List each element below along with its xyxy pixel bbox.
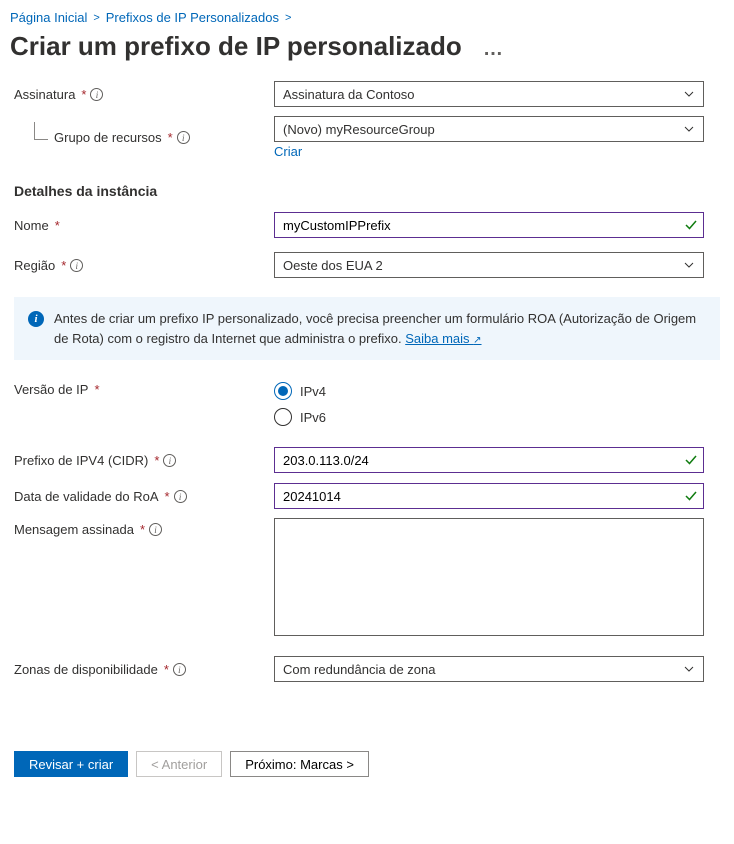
label-name-text: Nome xyxy=(14,218,49,233)
previous-button: < Anterior xyxy=(136,751,222,777)
name-input[interactable] xyxy=(274,212,704,238)
cidr-input[interactable] xyxy=(274,447,704,473)
info-icon[interactable]: i xyxy=(163,454,176,467)
check-icon xyxy=(684,218,698,232)
info-banner-text: Antes de criar um prefixo IP personaliza… xyxy=(54,309,706,348)
radio-ipv6-label: IPv6 xyxy=(300,410,326,425)
region-select[interactable]: Oeste dos EUA 2 xyxy=(274,252,704,278)
chevron-down-icon xyxy=(683,123,695,135)
roa-expiry-input[interactable] xyxy=(274,483,704,509)
subscription-select[interactable]: Assinatura da Contoso xyxy=(274,81,704,107)
radio-ipv6[interactable]: IPv6 xyxy=(274,408,704,426)
next-button[interactable]: Próximo: Marcas > xyxy=(230,751,369,777)
label-availability-zones: Zonas de disponibilidade * i xyxy=(14,662,274,677)
required-marker: * xyxy=(165,489,170,504)
required-marker: * xyxy=(81,87,86,102)
label-signed-message: Mensagem assinada * i xyxy=(14,518,274,537)
info-banner: i Antes de criar um prefixo IP personali… xyxy=(14,297,720,360)
label-ip-version-text: Versão de IP xyxy=(14,382,88,397)
check-icon xyxy=(684,453,698,467)
label-resource-group-text: Grupo de recursos xyxy=(54,130,162,145)
info-icon[interactable]: i xyxy=(70,259,83,272)
required-marker: * xyxy=(55,218,60,233)
tree-connector-icon xyxy=(34,122,48,140)
info-banner-icon: i xyxy=(28,311,44,327)
info-icon[interactable]: i xyxy=(173,663,186,676)
required-marker: * xyxy=(94,382,99,397)
resource-group-select[interactable]: (Novo) myResourceGroup xyxy=(274,116,704,142)
learn-more-link[interactable]: Saiba mais ↗ xyxy=(405,331,481,346)
radio-icon xyxy=(274,408,292,426)
required-marker: * xyxy=(140,522,145,537)
create-new-resource-group-link[interactable]: Criar xyxy=(274,144,302,159)
radio-ipv4[interactable]: IPv4 xyxy=(274,382,704,400)
label-resource-group: Grupo de recursos * i xyxy=(14,130,274,145)
required-marker: * xyxy=(61,258,66,273)
resource-group-value: (Novo) myResourceGroup xyxy=(283,122,435,137)
page-title: Criar um prefixo de IP personalizado … xyxy=(0,27,734,80)
radio-ipv4-label: IPv4 xyxy=(300,384,326,399)
radio-icon xyxy=(274,382,292,400)
chevron-right-icon: > xyxy=(93,12,99,24)
chevron-down-icon xyxy=(683,663,695,675)
breadcrumb-home[interactable]: Página Inicial xyxy=(10,10,87,25)
label-ip-version: Versão de IP * xyxy=(14,382,274,397)
more-actions-icon[interactable]: … xyxy=(483,38,505,60)
availability-zones-value: Com redundância de zona xyxy=(283,662,436,677)
label-region-text: Região xyxy=(14,258,55,273)
info-icon[interactable]: i xyxy=(149,523,162,536)
instance-details-header: Detalhes da instância xyxy=(14,183,720,199)
subscription-value: Assinatura da Contoso xyxy=(283,87,415,102)
info-banner-message: Antes de criar um prefixo IP personaliza… xyxy=(54,311,696,346)
breadcrumb-prefixes[interactable]: Prefixos de IP Personalizados xyxy=(106,10,279,25)
info-icon[interactable]: i xyxy=(90,88,103,101)
page-title-text: Criar um prefixo de IP personalizado xyxy=(10,31,462,61)
label-availability-zones-text: Zonas de disponibilidade xyxy=(14,662,158,677)
breadcrumb: Página Inicial > Prefixos de IP Personal… xyxy=(0,0,734,27)
label-cidr-text: Prefixo de IPV4 (CIDR) xyxy=(14,453,148,468)
required-marker: * xyxy=(154,453,159,468)
chevron-down-icon xyxy=(683,88,695,100)
info-icon[interactable]: i xyxy=(177,131,190,144)
label-roa-expiry-text: Data de validade do RoA xyxy=(14,489,159,504)
check-icon xyxy=(684,489,698,503)
availability-zones-select[interactable]: Com redundância de zona xyxy=(274,656,704,682)
region-value: Oeste dos EUA 2 xyxy=(283,258,383,273)
chevron-right-icon: > xyxy=(285,12,291,24)
wizard-footer: Revisar + criar < Anterior Próximo: Marc… xyxy=(0,741,734,791)
info-icon[interactable]: i xyxy=(174,490,187,503)
label-cidr: Prefixo de IPV4 (CIDR) * i xyxy=(14,453,274,468)
chevron-down-icon xyxy=(683,259,695,271)
label-roa-expiry: Data de validade do RoA * i xyxy=(14,489,274,504)
ip-version-radio-group: IPv4 IPv6 xyxy=(274,382,704,426)
review-create-button[interactable]: Revisar + criar xyxy=(14,751,128,777)
label-subscription: Assinatura * i xyxy=(14,87,274,102)
label-subscription-text: Assinatura xyxy=(14,87,75,102)
signed-message-textarea[interactable] xyxy=(274,518,704,636)
required-marker: * xyxy=(168,130,173,145)
learn-more-text: Saiba mais xyxy=(405,331,469,346)
label-region: Região * i xyxy=(14,258,274,273)
label-name: Nome * xyxy=(14,218,274,233)
required-marker: * xyxy=(164,662,169,677)
label-signed-message-text: Mensagem assinada xyxy=(14,522,134,537)
external-link-icon: ↗ xyxy=(473,335,481,346)
